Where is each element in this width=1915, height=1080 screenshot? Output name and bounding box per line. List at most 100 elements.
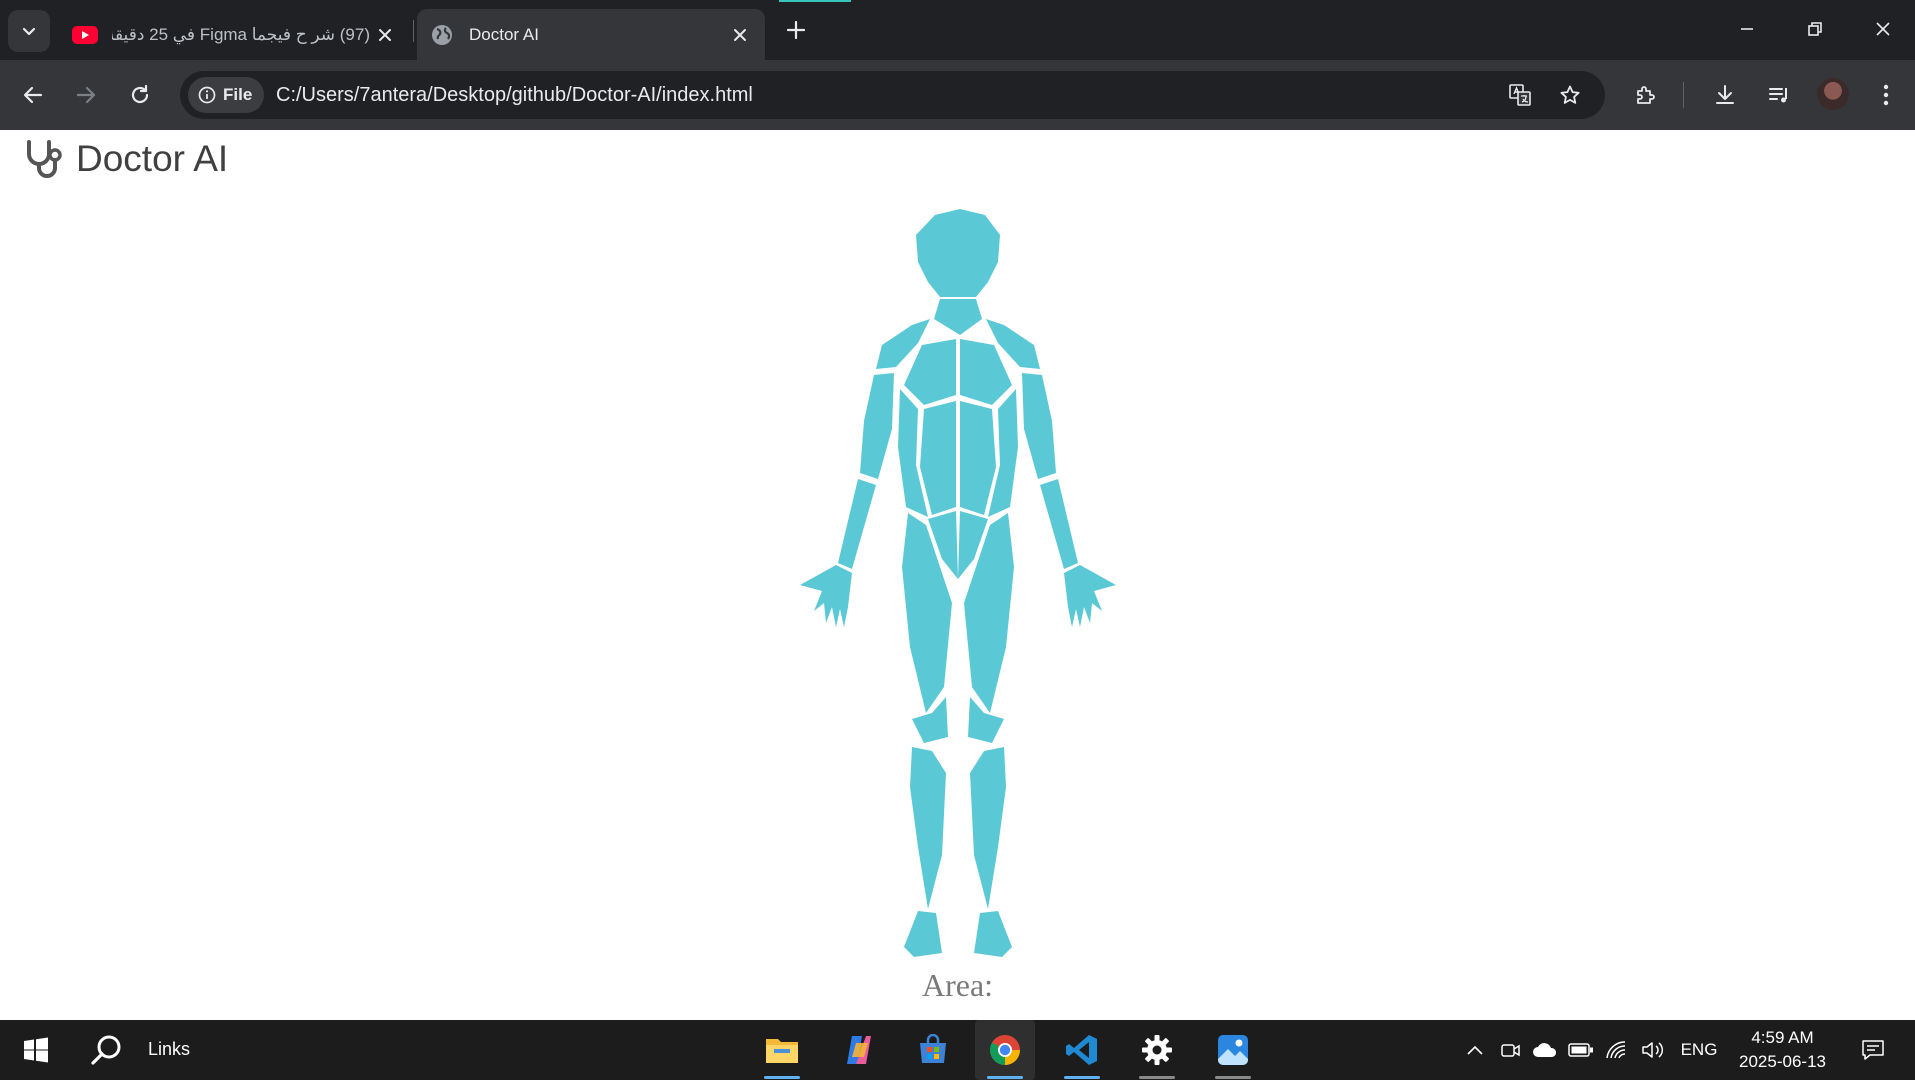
chevron-up-icon (1467, 1045, 1483, 1055)
download-icon (1716, 85, 1734, 104)
meet-now-button[interactable] (1496, 1020, 1524, 1080)
page-title: Doctor AI (76, 138, 229, 179)
address-bar[interactable]: File C:/Users/7antera/Desktop/github/Doc… (180, 71, 1605, 119)
body-part-head[interactable] (916, 209, 1000, 297)
body-part-right-foot[interactable] (974, 911, 1012, 957)
close-tab-icon[interactable] (370, 20, 400, 50)
back-button[interactable] (13, 75, 53, 115)
body-part-neck[interactable] (934, 299, 982, 335)
globe-icon (429, 24, 455, 45)
close-tab-icon[interactable] (725, 20, 755, 50)
reload-button[interactable] (120, 75, 160, 115)
browser-toolbar: File C:/Users/7antera/Desktop/github/Doc… (0, 60, 1915, 130)
body-part-right-forearm[interactable] (1040, 479, 1078, 569)
taskbar-app-photos[interactable] (1203, 1020, 1263, 1080)
taskbar-app-copilot[interactable] (829, 1020, 889, 1080)
chevron-down-icon (22, 27, 36, 36)
plus-icon (787, 21, 805, 39)
youtube-icon (72, 25, 98, 45)
arrow-right-icon (76, 86, 96, 104)
url-text[interactable]: C:/Users/7antera/Desktop/github/Doctor-A… (276, 84, 753, 107)
toolbar-divider (1683, 82, 1684, 108)
music-queue-icon (1769, 88, 1787, 103)
tab-title: (97) شر ح فيجما Figma في 25 دقيقة (112, 24, 370, 44)
taskbar-app-vscode[interactable] (1052, 1020, 1112, 1080)
restore-icon (1808, 22, 1822, 36)
body-part-left-forearm[interactable] (838, 479, 876, 569)
body-part-right-shin[interactable] (970, 747, 1006, 909)
body-part-right-hand[interactable] (1064, 565, 1116, 627)
wifi-icon (1606, 1041, 1626, 1059)
profile-avatar[interactable] (1817, 78, 1849, 110)
camera-icon (1501, 1044, 1520, 1057)
star-icon (1560, 85, 1580, 104)
chrome-icon (989, 1035, 1020, 1065)
clock-date: 2025-06-13 (1739, 1052, 1826, 1071)
start-button[interactable] (6, 1020, 66, 1080)
language-indicator[interactable]: ENG (1676, 1020, 1722, 1080)
minimize-icon (1741, 28, 1753, 30)
battery-button[interactable] (1566, 1020, 1596, 1080)
windows-taskbar: Links ENG 4:59 AM 2025-06-13 (0, 1020, 1915, 1080)
settings-icon (1142, 1035, 1172, 1065)
body-part-abdomen[interactable] (920, 401, 956, 515)
photos-icon (1218, 1035, 1248, 1065)
body-part-left-hand[interactable] (800, 565, 852, 627)
reload-icon (131, 84, 149, 104)
info-icon (198, 86, 216, 104)
speaker-icon (1642, 1042, 1664, 1058)
network-button[interactable] (1602, 1020, 1632, 1080)
body-part-left-shin[interactable] (910, 747, 946, 909)
restore-button[interactable] (1781, 0, 1849, 58)
body-part-abdomen[interactable] (960, 401, 996, 515)
tab-divider (413, 20, 414, 42)
tab-strip: (97) شر ح فيجما Figma في 25 دقيقة Doctor… (0, 0, 1915, 60)
translate-button[interactable] (1500, 75, 1540, 115)
minimize-button[interactable] (1713, 0, 1781, 58)
copilot-icon (847, 1036, 871, 1064)
translate-icon (1509, 84, 1531, 106)
human-body-figure[interactable] (800, 207, 1117, 960)
site-info-chip[interactable]: File (188, 77, 265, 113)
brand[interactable]: Doctor AI (22, 138, 228, 180)
media-controls-button[interactable] (1759, 75, 1799, 115)
tab-search-button[interactable] (8, 10, 50, 52)
running-indicator (1064, 1076, 1100, 1079)
body-part-right-upper-arm[interactable] (1022, 373, 1056, 479)
extensions-button[interactable] (1626, 75, 1666, 115)
downloads-button[interactable] (1705, 75, 1745, 115)
taskbar-app-settings[interactable] (1127, 1020, 1187, 1080)
notification-icon (1862, 1040, 1884, 1060)
clock-time: 4:59 AM (1751, 1028, 1814, 1047)
running-indicator (987, 1076, 1023, 1079)
body-part-left-foot[interactable] (904, 911, 942, 957)
taskbar-app-chrome[interactable] (975, 1020, 1035, 1080)
body-part-left-upper-arm[interactable] (860, 373, 894, 479)
area-label: Area: (921, 967, 994, 1003)
running-indicator (1139, 1076, 1175, 1079)
notifications-button[interactable] (1855, 1020, 1891, 1080)
bookmark-button[interactable] (1550, 75, 1590, 115)
menu-button[interactable] (1866, 75, 1906, 115)
forward-button[interactable] (66, 75, 106, 115)
file-explorer-icon (766, 1039, 798, 1063)
onedrive-button[interactable] (1530, 1020, 1560, 1080)
taskbar-search-label[interactable]: Links (148, 1039, 190, 1060)
tab-youtube[interactable]: (97) شر ح فيجما Figma في 25 دقيقة (60, 9, 410, 60)
taskbar-app-file-explorer[interactable] (752, 1020, 812, 1080)
taskbar-app-store[interactable] (903, 1020, 963, 1080)
tab-accent-bar (779, 0, 851, 2)
running-indicator (1215, 1076, 1251, 1079)
search-button[interactable] (77, 1020, 137, 1080)
stethoscope-icon (27, 140, 62, 178)
clock[interactable]: 4:59 AM 2025-06-13 (1720, 1026, 1845, 1074)
new-tab-button[interactable] (780, 14, 812, 46)
show-hidden-icons-button[interactable] (1460, 1020, 1490, 1080)
microsoft-store-icon (920, 1034, 946, 1063)
tab-title: Doctor AI (469, 24, 539, 44)
tab-doctor-ai[interactable]: Doctor AI (417, 9, 765, 60)
site-info-label: File (223, 85, 253, 104)
volume-button[interactable] (1638, 1020, 1668, 1080)
search-icon (91, 1035, 121, 1065)
close-window-button[interactable] (1849, 0, 1915, 58)
